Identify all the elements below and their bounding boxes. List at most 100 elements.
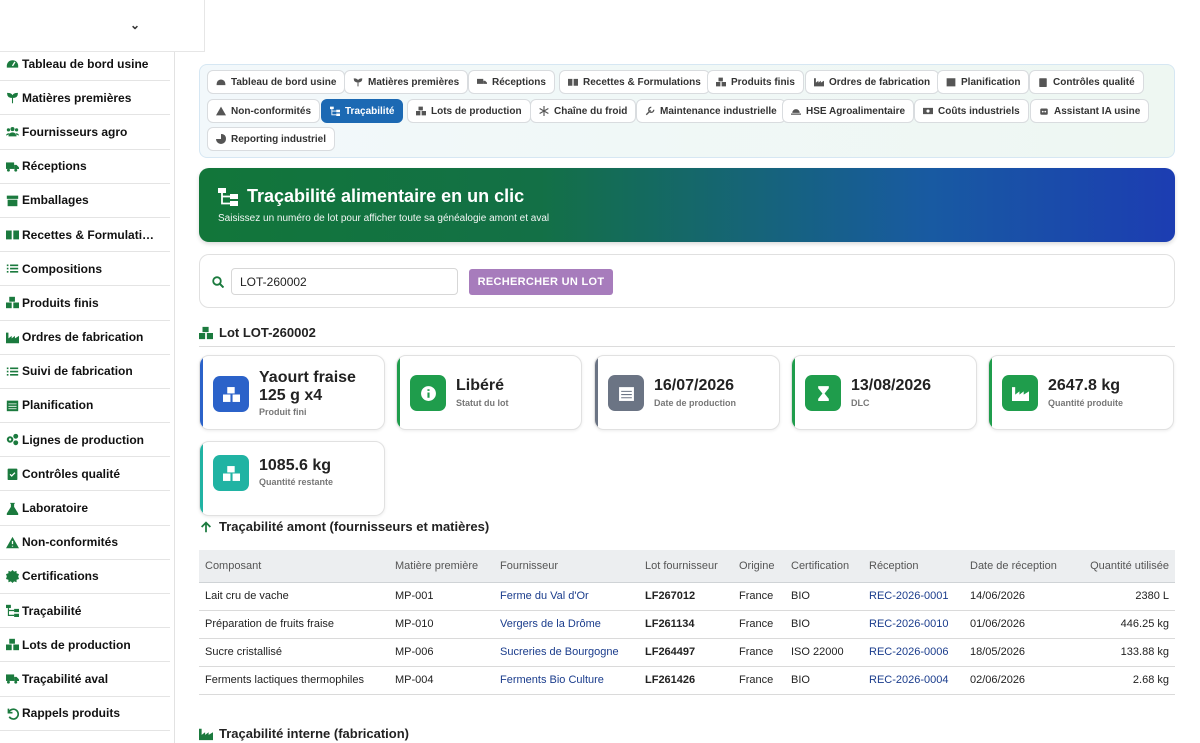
sidebar-item-label: Produits finis — [22, 295, 99, 310]
column-header[interactable]: Origine — [733, 550, 785, 583]
cell-composant: Lait cru de vache — [199, 582, 389, 611]
column-header[interactable]: Lot fournisseur — [639, 550, 733, 583]
sidebar: Tableau de bord usine Matières premières… — [0, 0, 175, 743]
sidebar-item-lots[interactable]: Lots de production — [0, 628, 170, 663]
sidebar-item-laboratoire[interactable]: Laboratoire — [0, 491, 170, 526]
column-header[interactable]: Réception — [863, 550, 964, 583]
hero-title: Traçabilité alimentaire en un clic — [247, 186, 525, 206]
cell-lot-fournisseur: LF261426 — [639, 666, 733, 695]
cogs-icon — [5, 433, 19, 447]
tab-controles[interactable]: Contrôles qualité — [1029, 70, 1144, 94]
cell-certification: BIO — [785, 666, 863, 695]
warning-icon — [5, 535, 19, 549]
sidebar-item-tracabilite[interactable]: Traçabilité — [0, 594, 170, 629]
cubes-icon — [213, 376, 249, 412]
supplier-link[interactable]: Ferme du Val d'Or — [494, 582, 639, 611]
sidebar-item-fournisseurs[interactable]: Fournisseurs agro — [0, 115, 170, 150]
sidebar-item-label: Emballages — [22, 193, 89, 208]
sidebar-item-label: Matières premières — [22, 90, 132, 105]
hourglass-icon — [805, 375, 841, 411]
tab-chaine-du-froid[interactable]: Chaîne du froid — [530, 99, 637, 123]
search-icon — [212, 275, 225, 289]
module-tabs: Tableau de bord usine Matières premières… — [199, 64, 1175, 158]
sidebar-item-recettes[interactable]: Recettes & Formulati… — [0, 218, 170, 253]
reception-link[interactable]: REC-2026-0010 — [863, 610, 964, 639]
tab-couts[interactable]: Coûts industriels — [914, 99, 1029, 123]
card-produit-fini: Yaourt fraise 125 g x4 Produit fini — [199, 355, 385, 430]
sidebar-item-produits-finis[interactable]: Produits finis — [0, 286, 170, 321]
sidebar-item-label: Ordres de fabrication — [22, 330, 144, 345]
tab-recettes[interactable]: Recettes & Formulations — [559, 70, 710, 94]
tab-tracabilite[interactable]: Traçabilité — [321, 99, 404, 123]
sidebar-item-label: Lignes de production — [22, 432, 144, 447]
sidebar-item-suivi[interactable]: Suivi de fabrication — [0, 355, 170, 389]
sidebar-item-label: Fournisseurs agro — [22, 124, 128, 139]
column-header[interactable]: Fournisseur — [494, 550, 639, 583]
card-label: Date de production — [654, 398, 737, 408]
tab-produits-finis[interactable]: Produits finis — [707, 70, 804, 94]
tab-assistant-ia[interactable]: Assistant IA usine — [1030, 99, 1150, 123]
search-lot-button[interactable]: RECHERCHER UN LOT — [469, 269, 613, 295]
sidebar-item-label: Recettes & Formulati… — [22, 227, 155, 242]
cell-date-reception: 18/05/2026 — [964, 638, 1074, 667]
lot-search-input[interactable] — [231, 268, 458, 295]
truck-icon — [477, 77, 487, 87]
cell-date-reception: 01/06/2026 — [964, 610, 1074, 639]
sidebar-item-tracabilite-aval[interactable]: Traçabilité aval — [0, 662, 170, 697]
supplier-link[interactable]: Ferments Bio Culture — [494, 666, 639, 695]
sidebar-item-compositions[interactable]: Compositions — [0, 252, 170, 287]
flask-icon — [5, 501, 19, 515]
supplier-link[interactable]: Vergers de la Drôme — [494, 610, 639, 639]
sidebar-item-label: Contrôles qualité — [22, 466, 121, 481]
robot-icon — [1039, 106, 1049, 116]
cell-matiere: MP-006 — [389, 638, 494, 667]
tab-non-conformites[interactable]: Non-conformités — [207, 99, 320, 123]
sidebar-item-matieres[interactable]: Matières premières — [0, 81, 170, 116]
card-value: Yaourt fraise 125 g x4 — [259, 369, 356, 404]
card-value: Libéré — [456, 377, 505, 394]
tab-hse[interactable]: HSE Agroalimentaire — [782, 99, 915, 123]
sidebar-item-lignes[interactable]: Lignes de production — [0, 423, 170, 458]
sidebar-item-non-conformites[interactable]: Non-conformités — [0, 526, 170, 560]
reception-link[interactable]: REC-2026-0001 — [863, 582, 964, 611]
truck-icon — [5, 159, 19, 173]
hardhat-icon — [791, 106, 801, 116]
clipboard-check-icon — [1038, 77, 1048, 87]
money-icon — [923, 106, 933, 116]
truck-icon — [5, 672, 19, 686]
tab-planification[interactable]: Planification — [937, 70, 1030, 94]
tab-matieres[interactable]: Matières premières — [344, 70, 469, 94]
sidebar-item-rappels[interactable]: Rappels produits — [0, 697, 170, 731]
tab-receptions[interactable]: Réceptions — [468, 70, 555, 94]
supplier-link[interactable]: Sucreries de Bourgogne — [494, 638, 639, 667]
tab-ordres[interactable]: Ordres de fabrication — [805, 70, 940, 94]
card-quantite-produite: 2647.8 kg Quantité produite — [988, 355, 1174, 430]
boxes-icon — [213, 455, 249, 491]
column-header[interactable]: Quantité utilisée — [1074, 550, 1175, 583]
sidebar-item-emballages[interactable]: Emballages — [0, 184, 170, 218]
interne-section-title: Traçabilité interne (fabrication) — [199, 726, 409, 741]
column-header[interactable]: Composant — [199, 550, 389, 583]
sidebar-item-tableau-de-bord[interactable]: Tableau de bord usine — [0, 47, 170, 82]
sidebar-item-planification[interactable]: Planification — [0, 389, 170, 424]
column-header[interactable]: Matière première — [389, 550, 494, 583]
tab-maintenance[interactable]: Maintenance industrielle — [636, 99, 786, 123]
tab-lots[interactable]: Lots de production — [407, 99, 531, 123]
sidebar-item-controles[interactable]: Contrôles qualité — [0, 457, 170, 492]
lot-search-panel: RECHERCHER UN LOT — [199, 254, 1175, 308]
sidebar-item-receptions[interactable]: Réceptions — [0, 150, 170, 184]
reception-link[interactable]: REC-2026-0004 — [863, 666, 964, 695]
reception-link[interactable]: REC-2026-0006 — [863, 638, 964, 667]
tab-reporting[interactable]: Reporting industriel — [207, 127, 335, 151]
sidebar-item-ordres[interactable]: Ordres de fabrication — [0, 321, 170, 355]
tab-tableau-de-bord[interactable]: Tableau de bord usine — [207, 70, 346, 94]
sidebar-item-certifications[interactable]: Certifications — [0, 560, 170, 594]
chevron-down-icon[interactable]: ⌄ — [130, 18, 140, 32]
card-statut: Libéré Statut du lot — [396, 355, 582, 430]
hero-banner: Traçabilité alimentaire en un clic Saisi… — [199, 168, 1175, 242]
column-header[interactable]: Certification — [785, 550, 863, 583]
cell-lot-fournisseur: LF267012 — [639, 582, 733, 611]
sidebar-item-label: Non-conformités — [22, 535, 118, 550]
column-header[interactable]: Date de réception — [964, 550, 1074, 583]
sidebar-item-label: Certifications — [22, 569, 99, 584]
